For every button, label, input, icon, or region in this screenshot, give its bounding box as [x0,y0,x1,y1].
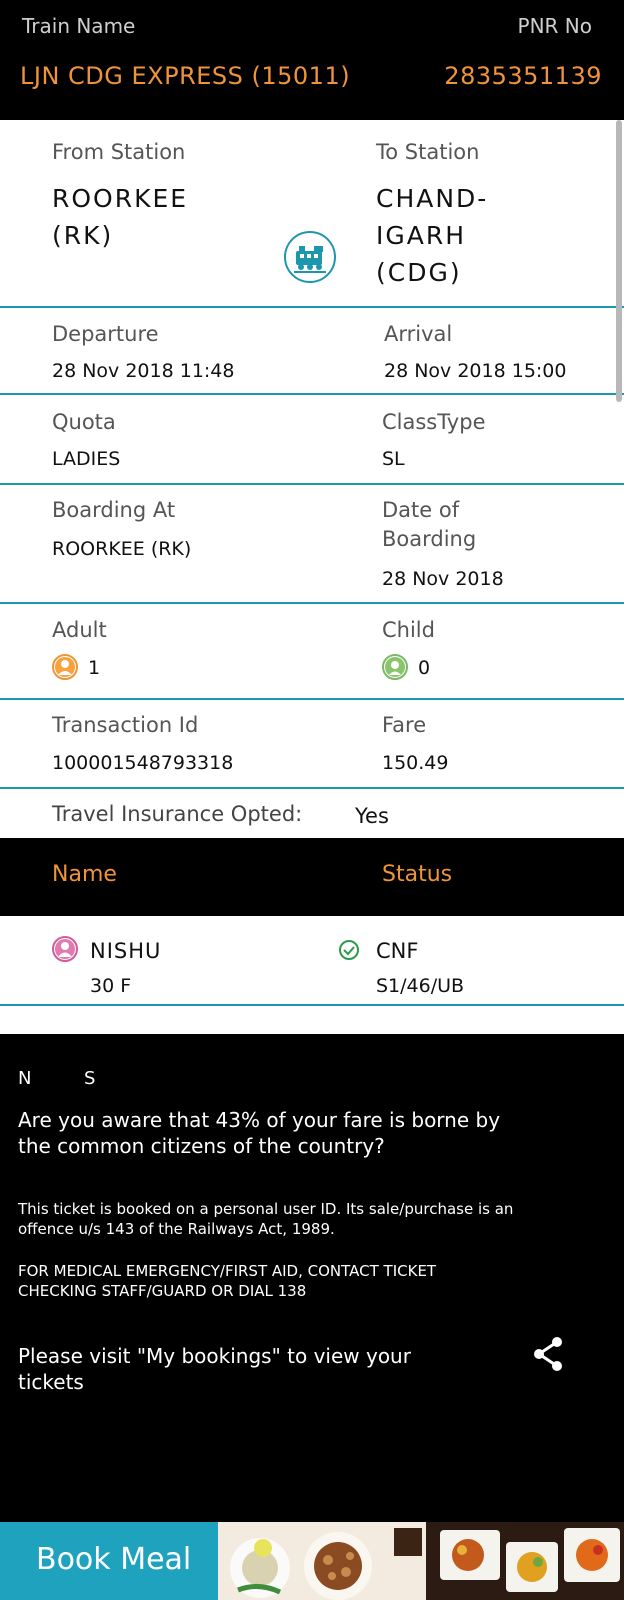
berth-details: S1/46/UB [376,975,465,997]
child-icon [382,654,408,680]
pnr-number: 2835351139 [444,62,602,90]
booking-status: CNF [376,939,419,963]
adult-count: 1 [88,657,101,679]
to-station-name-part1: CHAND- [376,184,489,213]
boarding-at-label: Boarding At [52,498,176,522]
travel-insurance-value: Yes [355,804,389,828]
departure-value: 28 Nov 2018 11:48 [52,360,235,382]
quota-value: LADIES [52,448,121,470]
divider [0,483,624,485]
passengers-header: Name Status [0,838,624,916]
passenger-age-gender: 30 F [90,975,132,997]
passenger-row: NISHU 30 F CNF S1/46/UB [0,916,624,1008]
date-of-boarding-label-line1: Date of [382,498,460,522]
passenger-name-header: Name [52,862,117,887]
to-station-label: To Station [376,140,480,164]
train-name: LJN CDG EXPRESS (15011) [20,62,351,90]
to-station-name-part2: IGARH [376,221,467,250]
divider [0,698,624,700]
train-name-label: Train Name [22,14,136,38]
ticket-details-card: From Station To Station ROORKEE (RK) CHA… [0,120,624,838]
passenger-status-header: Status [382,862,453,887]
my-bookings-note-line2: tickets [18,1370,84,1394]
fare-subsidy-note-line2: the common citizens of the country? [18,1134,385,1158]
arrival-value: 28 Nov 2018 15:00 [384,360,567,382]
fare-label: Fare [382,713,427,737]
class-type-label: ClassType [382,410,486,434]
from-station-name: ROORKEE [52,184,189,213]
ticket-header: Train Name PNR No LJN CDG EXPRESS (15011… [0,0,624,120]
passenger-name: NISHU [90,939,162,963]
divider [0,306,624,308]
my-bookings-note-line1: Please visit "My bookings" to view your [18,1344,411,1368]
ticket-notes: N S Are you aware that 43% of your fare … [0,1034,624,1522]
child-label: Child [382,618,435,642]
divider [0,393,624,395]
divider [0,787,624,789]
female-passenger-icon [52,936,78,962]
arrival-label: Arrival [384,322,453,346]
transaction-id-value: 100001548793318 [52,752,234,774]
departure-label: Departure [52,322,159,346]
quota-label: Quota [52,410,116,434]
adult-label: Adult [52,618,107,642]
boarding-at-value: ROORKEE (RK) [52,538,192,560]
spacer [0,1008,624,1034]
pnr-label: PNR No [517,14,592,38]
from-station-label: From Station [52,140,186,164]
personal-id-note-line2: offence u/s 143 of the Railways Act, 198… [18,1220,335,1238]
adult-icon [52,654,78,680]
train-icon [284,231,336,283]
fare-value: 150.49 [382,752,449,774]
meal-photo-image [218,1522,624,1600]
share-icon[interactable] [530,1334,566,1374]
travel-insurance-label: Travel Insurance Opted: [52,802,303,826]
personal-id-note-line1: This ticket is booked on a personal user… [18,1200,514,1218]
to-station-code: (CDG) [376,258,462,287]
from-station-code: (RK) [52,221,114,250]
medical-note-line2: CHECKING STAFF/GUARD OR DIAL 138 [18,1282,307,1300]
scrollbar[interactable] [616,120,622,402]
class-type-value: SL [382,448,405,470]
fare-subsidy-note-line1: Are you aware that 43% of your fare is b… [18,1108,501,1132]
book-meal-button[interactable]: Book Meal [36,1542,191,1577]
date-of-boarding-label-line2: Boarding [382,527,477,551]
confirmed-check-icon [338,939,360,961]
divider [0,602,624,604]
ns-s: S [84,1068,96,1089]
book-meal-banner[interactable]: Book Meal [0,1522,624,1600]
divider [0,1004,624,1006]
medical-note-line1: FOR MEDICAL EMERGENCY/FIRST AID, CONTACT… [18,1262,437,1280]
date-of-boarding-value: 28 Nov 2018 [382,568,504,590]
ns-n: N [18,1068,32,1089]
child-count: 0 [418,657,431,679]
transaction-id-label: Transaction Id [52,713,199,737]
